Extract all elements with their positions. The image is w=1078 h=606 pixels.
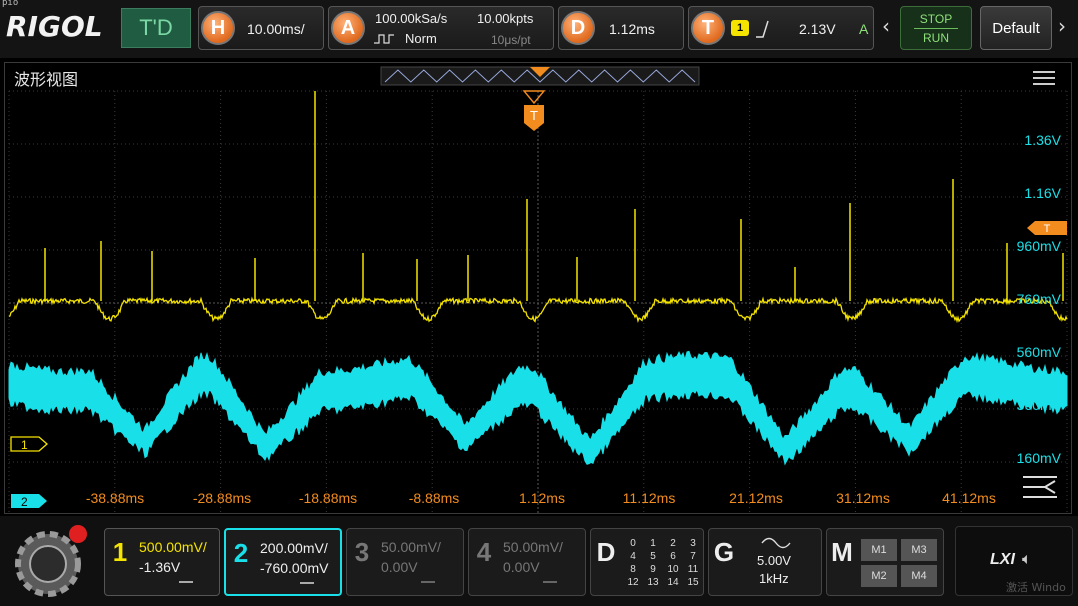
channel-2-offset-marker-label: 2 <box>21 495 28 509</box>
channel-2-panel[interactable]: 2 200.00mV/ -760.00mV <box>224 528 342 596</box>
trigger-sweep: A <box>859 21 869 37</box>
generator-amplitude: 5.00V <box>757 553 791 568</box>
lxi-label: LXI <box>990 551 1015 568</box>
memory-depth: 10.00kpts <box>477 11 534 26</box>
sample-rate: 100.00kSa/s <box>375 11 448 26</box>
trigger-position-outline <box>522 90 546 105</box>
channel-3-coupling-icon <box>421 581 435 583</box>
lxi-status-panel[interactable]: LXI 🔈︎ 激活 Windo <box>955 526 1073 596</box>
channel-1-offset: -1.36V <box>139 559 181 575</box>
stop-run-button[interactable]: STOP RUN <box>900 6 972 50</box>
acquire-waveform-icon <box>374 34 394 44</box>
channel-2-offset-marker <box>11 494 47 508</box>
horizontal-timebase-control[interactable]: H 10.00ms/ <box>198 6 324 50</box>
time-tick-label: 11.12ms <box>623 490 676 506</box>
trigger-source-badge: 1 <box>731 20 749 36</box>
math-m1[interactable]: M1 <box>861 539 897 561</box>
time-tick-label: 21.12ms <box>729 490 783 506</box>
corner-tag: pio <box>2 0 19 8</box>
time-tick-label: 31.12ms <box>836 490 890 506</box>
time-tick-label: -28.88ms <box>193 490 251 506</box>
trigger-position-label: T <box>530 108 538 123</box>
channel-4-coupling-icon <box>543 581 557 583</box>
waveform-view[interactable]: 波形视图 T T 1 2 1.36V 1.16V 960mV 760mV 560mV 360mV 1… <box>4 62 1072 514</box>
math-panel[interactable]: M M1 M3 M2 M4 <box>826 528 944 596</box>
time-tick-label: 1.12ms <box>519 490 565 506</box>
delay-icon: D <box>561 11 595 45</box>
channel-4-panel[interactable]: 4 50.00mV/ 0.00V <box>468 528 586 596</box>
bottom-panel: 1 500.00mV/ -1.36V 2 200.00mV/ -760.00mV… <box>0 516 1078 606</box>
run-mode-button[interactable]: T'D <box>121 8 191 48</box>
gear-icon[interactable] <box>6 522 92 602</box>
voltage-tick-label: 960mV <box>1017 238 1062 254</box>
digital-panel[interactable]: D 0123 4567 8 9 10 11 12 13 14 15 <box>590 528 704 596</box>
time-tick-label: 41.12ms <box>942 490 996 506</box>
default-button[interactable]: Default <box>980 6 1052 50</box>
channel-2-scale: 200.00mV/ <box>260 540 328 556</box>
rising-edge-icon <box>756 20 769 38</box>
channel-4-scale: 50.00mV/ <box>503 539 563 555</box>
trigger-level-marker-label: T <box>1044 223 1051 235</box>
voltage-tick-label: 560mV <box>1017 344 1062 360</box>
digital-label: D <box>596 537 616 567</box>
horizontal-icon: H <box>201 11 235 45</box>
channel-1-coupling-icon <box>179 581 193 583</box>
voltage-tick-label: 160mV <box>1017 450 1062 466</box>
scroll-left-icon[interactable]: ‹ <box>882 14 890 38</box>
trigger-icon: T <box>691 11 725 45</box>
time-per-point: 10μs/pt <box>491 33 531 47</box>
acquire-mode: Norm <box>405 31 437 46</box>
stop-run-divider <box>914 28 958 29</box>
channel-1-panel[interactable]: 1 500.00mV/ -1.36V <box>104 528 220 596</box>
channel-3-offset: 0.00V <box>381 559 418 575</box>
channel-4-offset: 0.00V <box>503 559 540 575</box>
time-tick-label: -8.88ms <box>409 490 460 506</box>
channel-1-trace <box>8 296 1068 324</box>
math-m3[interactable]: M3 <box>901 539 937 561</box>
digital-channel-grid: 0123 4567 8 9 10 11 12 13 14 15 <box>627 538 699 588</box>
collapse-icon <box>1023 476 1057 498</box>
top-toolbar: pio RIGOL T'D H 10.00ms/ A 100.00kSa/s N… <box>0 0 1078 58</box>
generator-frequency: 1kHz <box>759 571 789 586</box>
channel-3-panel[interactable]: 3 50.00mV/ 0.00V <box>346 528 464 596</box>
time-tick-label: -38.88ms <box>86 490 144 506</box>
channel-2-number: 2 <box>233 538 249 568</box>
channel-3-scale: 50.00mV/ <box>381 539 441 555</box>
waveform-canvas[interactable]: T T 1 2 1.36V 1.16V 960mV 760mV 560mV 360mV 160mV -… <box>5 63 1071 513</box>
speaker-muted-icon[interactable]: 🔈︎ <box>1022 549 1032 569</box>
channel-4-number: 4 <box>476 537 492 567</box>
trigger-control[interactable]: T 1 2.13V A <box>688 6 874 50</box>
acquire-control[interactable]: A 100.00kSa/s Norm 10.00kpts 10μs/pt <box>328 6 554 50</box>
delay-value: 1.12ms <box>609 21 655 37</box>
channel-1-offset-marker <box>10 436 48 452</box>
channel-2-coupling-icon <box>300 582 314 584</box>
channel-3-number: 3 <box>354 537 370 567</box>
math-m4[interactable]: M4 <box>901 565 937 587</box>
channel-1-offset-marker-label: 1 <box>21 438 28 452</box>
trigger-level: 2.13V <box>799 21 836 37</box>
math-label: M <box>831 537 853 567</box>
generator-label: G <box>713 537 735 567</box>
rigol-logo: RIGOL <box>6 10 103 43</box>
run-label: RUN <box>923 31 949 45</box>
sine-wave-icon <box>761 537 791 549</box>
math-grid: M1 M3 M2 M4 <box>861 539 937 587</box>
channel-2-offset: -760.00mV <box>260 560 329 576</box>
voltage-tick-label: 1.36V <box>1024 132 1061 148</box>
channel-1-number: 1 <box>112 537 128 567</box>
delay-control[interactable]: D 1.12ms <box>558 6 684 50</box>
voltage-tick-label: 760mV <box>1017 291 1062 307</box>
voltage-tick-label: 360mV <box>1017 397 1062 413</box>
acquire-icon: A <box>331 11 365 45</box>
time-tick-label: -18.88ms <box>299 490 357 506</box>
channel-1-scale: 500.00mV/ <box>139 539 207 555</box>
timebase-value: 10.00ms/ <box>247 21 305 37</box>
voltage-tick-label: 1.16V <box>1024 185 1061 201</box>
watermark-text: 激活 Windo <box>1006 581 1066 594</box>
math-m2[interactable]: M2 <box>861 565 897 587</box>
generator-panel[interactable]: G 5.00V 1kHz <box>708 528 822 596</box>
stop-label: STOP <box>919 12 953 26</box>
scroll-right-icon[interactable]: › <box>1058 14 1066 38</box>
